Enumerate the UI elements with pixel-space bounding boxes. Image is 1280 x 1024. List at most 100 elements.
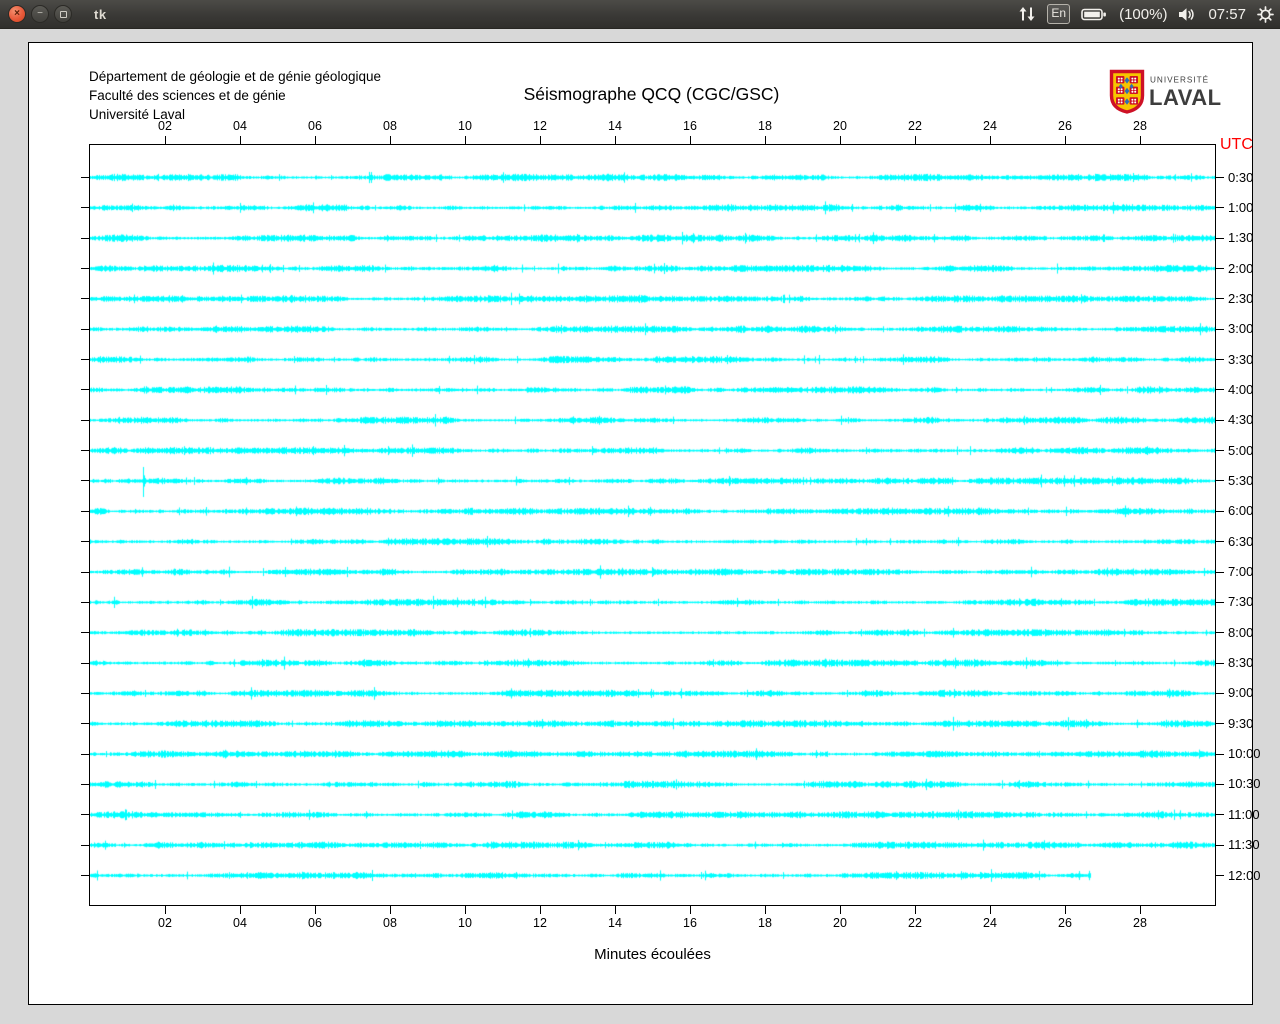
utc-time-label: 3:00: [1228, 321, 1254, 337]
trace-tick-right: [1216, 237, 1224, 239]
x-tick-bottom: [389, 906, 391, 914]
utc-axis-title: UTC: [1220, 136, 1253, 153]
x-tick-label-top: 28: [1133, 119, 1147, 133]
utc-time-label: 6:00: [1228, 503, 1254, 519]
x-tick-label-bottom: 16: [683, 916, 697, 930]
network-arrows-icon[interactable]: [1018, 6, 1036, 22]
clock[interactable]: 07:57: [1208, 6, 1246, 23]
trace-tick-left: [81, 662, 89, 664]
x-tick-label-top: 22: [908, 119, 922, 133]
x-tick-label-top: 20: [833, 119, 847, 133]
trace-tick-right: [1216, 359, 1224, 361]
utc-time-label: 10:30: [1228, 776, 1261, 792]
laval-logo: UNIVERSITÉ LAVAL: [1109, 69, 1221, 115]
x-tick-top: [539, 136, 541, 144]
x-tick-label-top: 14: [608, 119, 622, 133]
x-tick-bottom: [1139, 906, 1141, 914]
x-tick-label-bottom: 10: [458, 916, 472, 930]
trace-tick-right: [1216, 753, 1224, 755]
close-button[interactable]: ×: [8, 5, 26, 23]
utc-time-label: 11:00: [1228, 806, 1260, 822]
utc-time-label: 11:30: [1228, 837, 1260, 853]
utc-time-label: 5:00: [1228, 442, 1254, 458]
x-tick-top: [1139, 136, 1141, 144]
trace-tick-right: [1216, 389, 1224, 391]
x-tick-bottom: [314, 906, 316, 914]
x-tick-label-top: 10: [458, 119, 472, 133]
x-tick-label-top: 26: [1058, 119, 1072, 133]
trace-tick-left: [81, 601, 89, 603]
utc-time-label: 4:00: [1228, 381, 1254, 397]
seismogram-traces: [90, 145, 1215, 905]
x-tick-top: [689, 136, 691, 144]
battery-percentage: (100%): [1119, 5, 1168, 23]
x-tick-bottom: [539, 906, 541, 914]
x-tick-bottom: [464, 906, 466, 914]
utc-time-label: 0:30: [1228, 169, 1254, 185]
trace-tick-right: [1216, 207, 1224, 209]
window-controls: × −: [8, 5, 72, 23]
x-tick-bottom: [839, 906, 841, 914]
tk-window: Département de géologie et de génie géol…: [28, 42, 1261, 1005]
x-tick-label-bottom: 20: [833, 916, 847, 930]
utc-time-label: 1:00: [1228, 199, 1254, 215]
trace-tick-left: [81, 783, 89, 785]
utc-time-label: 8:30: [1228, 655, 1254, 671]
trace-tick-right: [1216, 328, 1224, 330]
battery-icon[interactable]: [1081, 7, 1108, 22]
x-tick-bottom: [614, 906, 616, 914]
trace-tick-left: [81, 177, 89, 178]
trace-tick-right: [1216, 844, 1224, 846]
trace-tick-left: [81, 359, 89, 361]
x-tick-bottom: [989, 906, 991, 914]
settings-gear-icon[interactable]: [1257, 5, 1274, 23]
x-tick-label-top: 18: [758, 119, 772, 133]
x-tick-bottom: [689, 906, 691, 914]
x-tick-label-top: 06: [308, 119, 322, 133]
trace-tick-right: [1216, 541, 1224, 543]
trace-tick-right: [1216, 632, 1224, 634]
utc-time-label: 2:00: [1228, 260, 1254, 276]
trace-tick-right: [1216, 480, 1224, 482]
trace-tick-left: [81, 328, 89, 330]
trace-tick-left: [81, 207, 89, 209]
trace-tick-right: [1216, 571, 1224, 573]
x-tick-label-top: 02: [158, 119, 172, 133]
volume-icon[interactable]: [1178, 7, 1197, 22]
utc-time-label: 8:00: [1228, 624, 1254, 640]
maximize-icon: [59, 10, 67, 18]
x-tick-top: [989, 136, 991, 144]
x-tick-label-bottom: 24: [983, 916, 997, 930]
x-tick-label-bottom: 02: [158, 916, 172, 930]
trace-tick-right: [1216, 662, 1224, 664]
trace-tick-right: [1216, 298, 1224, 300]
trace-tick-right: [1216, 601, 1224, 603]
utc-time-label: 6:30: [1228, 533, 1254, 549]
x-tick-label-bottom: 12: [533, 916, 547, 930]
x-tick-label-bottom: 08: [383, 916, 397, 930]
keyboard-layout-indicator[interactable]: En: [1047, 4, 1071, 24]
window-titlebar[interactable]: × − tk En (100%) 07:57: [0, 0, 1280, 29]
utc-time-label: 3:30: [1228, 351, 1254, 367]
utc-time-label: 9:30: [1228, 715, 1254, 731]
trace-tick-left: [81, 389, 89, 391]
x-tick-bottom: [239, 906, 241, 914]
x-tick-top: [464, 136, 466, 144]
trace-tick-right: [1216, 510, 1224, 512]
utc-time-label: 5:30: [1228, 472, 1254, 488]
trace-tick-left: [81, 844, 89, 846]
trace-tick-right: [1216, 450, 1224, 452]
trace-tick-left: [81, 541, 89, 543]
utc-time-label: 9:00: [1228, 685, 1254, 701]
trace-tick-left: [81, 268, 89, 270]
system-tray: En (100%) 07:57: [1018, 0, 1274, 28]
x-tick-label-top: 04: [233, 119, 247, 133]
x-tick-label-bottom: 18: [758, 916, 772, 930]
trace-tick-left: [81, 753, 89, 755]
utc-time-label: 4:30: [1228, 412, 1254, 428]
minimize-button[interactable]: −: [31, 5, 49, 23]
maximize-button[interactable]: [54, 5, 72, 23]
utc-time-label: 10:00: [1228, 746, 1261, 762]
x-tick-label-bottom: 28: [1133, 916, 1147, 930]
trace-tick-left: [81, 480, 89, 482]
